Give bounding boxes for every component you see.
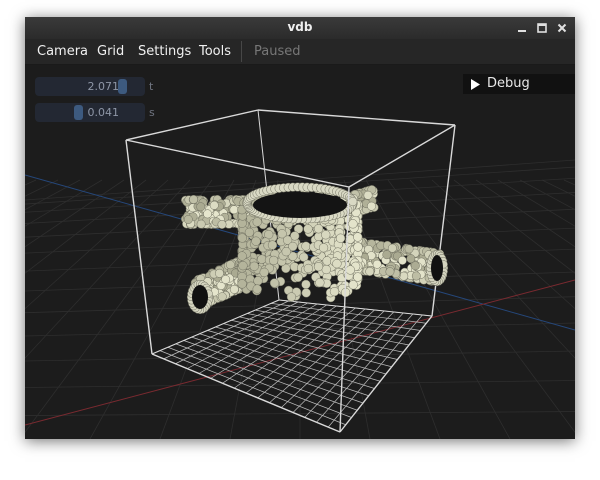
minimize-icon: [518, 30, 526, 32]
box-edge-front-top: [125, 139, 350, 188]
menu-tools[interactable]: Tools: [199, 44, 231, 59]
pipe-end-left: [192, 285, 208, 309]
minimize-button[interactable]: [514, 20, 530, 36]
close-icon: [557, 23, 567, 33]
play-triangle-icon: [471, 79, 480, 90]
menu-grid[interactable]: Grid: [97, 44, 124, 59]
pipe-end-right: [431, 255, 443, 281]
menu-settings[interactable]: Settings: [138, 44, 191, 59]
3d-viewport[interactable]: 2.071 t 0.041 s Debug: [25, 65, 575, 439]
slider-s: 0.041 s: [35, 103, 162, 122]
slider-t-label: t: [149, 80, 154, 93]
debug-label: Debug: [487, 76, 530, 91]
title-bar[interactable]: vdb: [25, 17, 575, 39]
app-window: vdb Camera Grid Settings Tools Paused 2.…: [25, 17, 575, 439]
slider-s-value: 0.041: [87, 106, 120, 119]
menu-separator: [241, 41, 242, 62]
slider-t-value: 2.071: [87, 80, 120, 93]
debug-panel-toggle[interactable]: Debug: [463, 74, 575, 94]
slider-s-label: s: [149, 106, 155, 119]
box-edge-back-bottom: [278, 299, 433, 317]
maximize-icon: [537, 23, 547, 33]
slider-t: 2.071 t: [35, 77, 162, 96]
slider-s-track[interactable]: 0.041: [35, 103, 145, 122]
box-edge-back-right: [431, 124, 456, 317]
cylinder-opening: [253, 192, 347, 218]
box-edge-back-top: [257, 109, 456, 126]
box-edge-front-left: [125, 139, 153, 355]
box-edge-top-right: [348, 124, 456, 188]
slider-t-track[interactable]: 2.071: [35, 77, 145, 96]
box-edge-bottom-right: [339, 315, 433, 433]
maximize-button[interactable]: [534, 20, 550, 36]
slider-s-knob[interactable]: [74, 105, 83, 120]
playback-status: Paused: [254, 44, 301, 59]
slider-t-knob[interactable]: [118, 79, 127, 94]
menu-bar: Camera Grid Settings Tools Paused: [25, 39, 575, 65]
close-button[interactable]: [554, 20, 570, 36]
window-title: vdb: [287, 20, 313, 34]
menu-camera[interactable]: Camera: [37, 44, 88, 59]
